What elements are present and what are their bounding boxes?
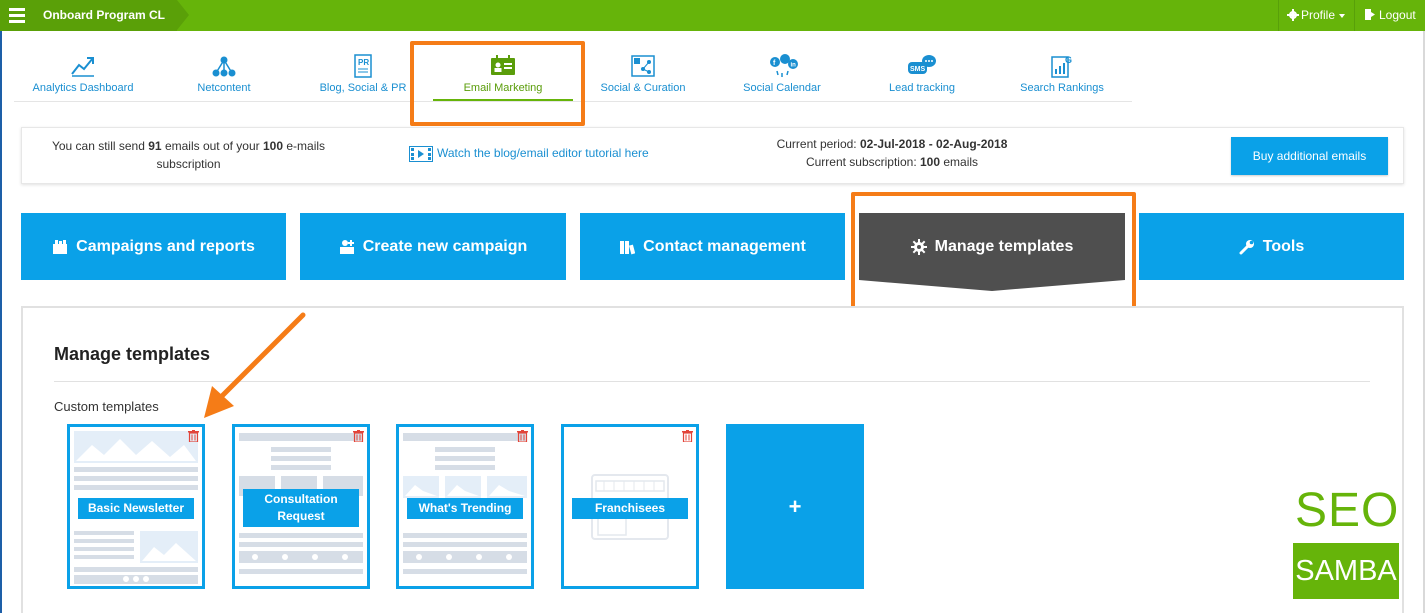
subscription-value: 100: [920, 155, 941, 169]
subscription-unit: emails: [943, 155, 979, 169]
social-networks-icon: f in: [770, 54, 798, 77]
tab-label: Search Rankings: [1020, 82, 1104, 94]
template-name: Franchisees: [572, 498, 688, 519]
trash-icon[interactable]: [682, 430, 693, 442]
text: subscription: [156, 157, 221, 171]
tab-label: Lead tracking: [888, 82, 956, 94]
tab-email-marketing[interactable]: Email Marketing: [433, 48, 573, 101]
tab-label: Analytics Dashboard: [32, 82, 134, 94]
campaigns-reports-button[interactable]: Campaigns and reports: [21, 213, 286, 280]
tab-analytics-dashboard[interactable]: Analytics Dashboard: [14, 48, 152, 101]
tab-label: Email Marketing: [463, 82, 543, 94]
emails-remaining-count: 91: [148, 139, 162, 153]
subscription-info-panel: You can still send 91 emails out of your…: [21, 127, 1404, 184]
tutorial-link-label: Watch the blog/email editor tutorial her…: [437, 146, 649, 161]
window-edge: [0, 31, 2, 613]
template-card-consultation-request[interactable]: Consultation Request: [232, 424, 370, 589]
template-name: Consultation Request: [243, 489, 359, 527]
annotation-arrow: [204, 312, 306, 418]
button-label: Campaigns and reports: [76, 237, 255, 255]
logo-samba: SAMBA: [1293, 543, 1399, 599]
profile-menu[interactable]: Profile: [1278, 0, 1352, 31]
trash-icon[interactable]: [353, 430, 364, 442]
subscription-label: Current subscription:: [805, 155, 917, 169]
period-label: Current period:: [776, 137, 857, 151]
tab-label: Blog, Social & PR: [319, 82, 407, 94]
rankings-icon: G: [1051, 55, 1072, 78]
text: You can still send: [51, 139, 145, 153]
contacts-icon: [620, 240, 636, 254]
button-label: Contact management: [643, 237, 806, 255]
gear-icon: [1287, 9, 1299, 21]
page-title: Manage templates: [54, 344, 211, 364]
trash-icon[interactable]: [188, 430, 199, 442]
svg-text:G: G: [1065, 55, 1072, 65]
manage-templates-button[interactable]: Manage templates: [859, 213, 1125, 280]
reports-icon: [53, 239, 68, 254]
profile-label: Profile: [1301, 8, 1336, 22]
button-label: Create new campaign: [362, 237, 528, 255]
breadcrumb[interactable]: Onboard Program CL: [33, 0, 190, 31]
tab-label: Netcontent: [197, 82, 251, 94]
template-card-basic-newsletter[interactable]: Basic Newsletter: [67, 424, 205, 589]
seosamba-logo: SEO SAMBA: [1290, 485, 1400, 599]
network-icon: [212, 56, 236, 77]
text: e-mails: [286, 139, 326, 153]
button-label: Manage templates: [934, 237, 1074, 255]
hamburger-menu-icon[interactable]: [0, 0, 33, 31]
buy-emails-button[interactable]: Buy additional emails: [1231, 137, 1388, 175]
svg-text:SMS: SMS: [910, 66, 926, 73]
tab-social-curation[interactable]: Social & Curation: [590, 48, 696, 101]
tools-button[interactable]: Tools: [1139, 213, 1404, 280]
create-campaign-icon: [339, 239, 354, 254]
template-card-whats-trending[interactable]: What's Trending: [396, 424, 534, 589]
add-template-button[interactable]: +: [726, 424, 864, 589]
svg-text:in: in: [791, 63, 797, 69]
period-value: 02-Jul-2018 - 02-Aug-2018: [859, 137, 1008, 151]
button-label: Tools: [1262, 237, 1305, 255]
tab-social-calendar[interactable]: f in Social Calendar: [732, 48, 832, 101]
contact-management-button[interactable]: Contact management: [580, 213, 845, 280]
emails-remaining-text: You can still send 91 emails out of your…: [36, 137, 341, 173]
trash-icon[interactable]: [517, 430, 528, 442]
pr-document-icon: PR: [354, 54, 372, 78]
period-info: Current period: 02-Jul-2018 - 02-Aug-201…: [742, 135, 1042, 171]
top-bar: Onboard Program CL Profile Logout: [0, 0, 1425, 31]
logout-icon: [1365, 9, 1375, 20]
template-name: What's Trending: [407, 498, 523, 519]
tab-netcontent[interactable]: Netcontent: [164, 48, 284, 101]
tutorial-link[interactable]: Watch the blog/email editor tutorial her…: [409, 146, 649, 162]
tab-blog-social-pr[interactable]: PR Blog, Social & PR: [304, 48, 422, 101]
tab-label: Social & Curation: [600, 82, 686, 94]
tab-label: Social Calendar: [743, 82, 821, 94]
template-name: Basic Newsletter: [78, 498, 194, 519]
video-icon: [409, 146, 433, 162]
email-card-icon: [491, 55, 515, 75]
logout-label: Logout: [1379, 8, 1416, 22]
svg-text:PR: PR: [358, 58, 369, 67]
active-tab-pointer: [859, 280, 1125, 291]
logo-seo: SEO: [1295, 484, 1400, 537]
tab-search-rankings[interactable]: G Search Rankings: [1012, 48, 1112, 101]
tab-lead-tracking[interactable]: SMS Lead tracking: [872, 48, 972, 101]
create-campaign-button[interactable]: Create new campaign: [300, 213, 566, 280]
line-chart-icon: [71, 57, 94, 77]
template-card-franchisees[interactable]: Franchisees: [561, 424, 699, 589]
sms-chat-icon: SMS: [908, 55, 936, 74]
curation-icon: [631, 55, 655, 77]
text: emails out of your: [164, 139, 260, 153]
emails-total-count: 100: [263, 139, 284, 153]
chevron-down-icon: [1339, 13, 1346, 18]
gear-icon: [910, 238, 927, 255]
custom-templates-label: Custom templates: [54, 399, 159, 414]
logout-button[interactable]: Logout: [1354, 0, 1425, 31]
wrench-icon: [1239, 239, 1254, 254]
module-nav: Analytics Dashboard Netcontent PR Blog, …: [14, 48, 1132, 102]
